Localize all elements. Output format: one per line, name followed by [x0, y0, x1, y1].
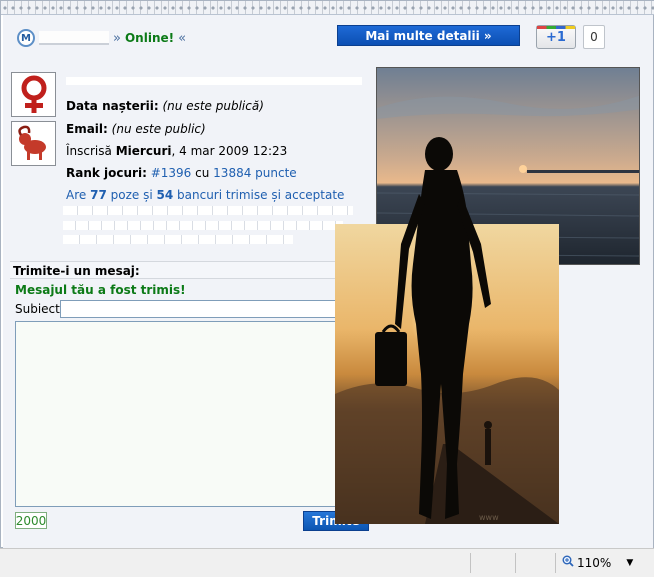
joined-prefix: Înscrisă: [66, 144, 112, 158]
female-gender-icon: [11, 72, 56, 117]
stats-suffix: bancuri trimise și acceptate: [177, 188, 345, 202]
username-redacted[interactable]: [39, 31, 109, 45]
email-value: (nu este public): [111, 122, 206, 136]
plusone-label: +1: [546, 29, 566, 45]
google-plusone-button[interactable]: +1: [536, 25, 576, 49]
joined-date: , 4 mar 2009 12:23: [171, 144, 288, 158]
online-status: Online!: [124, 31, 175, 45]
rank-row: Rank jocuri: #1396 cu 13884 puncte: [66, 166, 297, 180]
birth-value: (nu este publică): [162, 99, 264, 113]
more-details-button[interactable]: Mai multe detalii »: [337, 25, 520, 46]
rank-label: Rank jocuri:: [66, 166, 147, 180]
site-logo-icon[interactable]: M: [17, 29, 35, 47]
rank-mid: cu: [195, 166, 210, 180]
browser-status-bar: 110% ▼: [0, 548, 654, 577]
chevron-down-icon[interactable]: ▼: [626, 558, 633, 568]
subject-input[interactable]: [60, 300, 340, 318]
bio-redacted-2: [63, 221, 343, 230]
message-textarea[interactable]: [15, 321, 341, 507]
rank-points-link[interactable]: 13884 puncte: [213, 166, 297, 180]
aries-zodiac-icon: [11, 121, 56, 166]
name-redacted: [66, 77, 362, 85]
chars-left-counter: 2000: [15, 512, 47, 529]
message-sent-notice: Mesajul tău a fost trimis!: [15, 283, 186, 297]
birth-label: Data nașterii:: [66, 99, 159, 113]
back-link[interactable]: «: [178, 31, 186, 46]
zoom-icon: [562, 555, 574, 570]
stats-prefix: Are: [66, 188, 87, 202]
zoom-control[interactable]: 110% ▼: [562, 555, 633, 570]
profile-header: M » Online! «: [17, 26, 186, 50]
decorative-border: [1, 1, 654, 15]
photos-count[interactable]: 77: [90, 188, 107, 202]
message-form-title: Trimite-i un mesaj:: [10, 261, 367, 279]
plusone-count: 0: [583, 25, 605, 49]
email-label: Email:: [66, 122, 108, 136]
rank-value-link[interactable]: #1396: [151, 166, 192, 180]
bio-redacted-3: [63, 235, 293, 244]
photo-watermark: www: [479, 513, 499, 522]
birth-row: Data nașterii: (nu este publică): [66, 99, 264, 113]
stats-mid: poze și: [110, 188, 153, 202]
jokes-count[interactable]: 54: [157, 188, 174, 202]
woman-silhouette: www: [375, 137, 499, 522]
stats-row: Are 77 poze și 54 bancuri trimise și acc…: [66, 188, 344, 202]
zoom-level: 110%: [577, 555, 612, 570]
separator: »: [113, 30, 121, 46]
bio-redacted-1: [63, 206, 353, 215]
browser-content-frame: M » Online! « Mai multe detalii » +1 0 D…: [0, 0, 654, 549]
subject-label: Subiect: [15, 302, 60, 316]
joined-row: Înscrisă Miercuri, 4 mar 2009 12:23: [66, 144, 287, 158]
joined-day: Miercuri: [115, 144, 172, 158]
email-row: Email: (nu este public): [66, 122, 206, 136]
